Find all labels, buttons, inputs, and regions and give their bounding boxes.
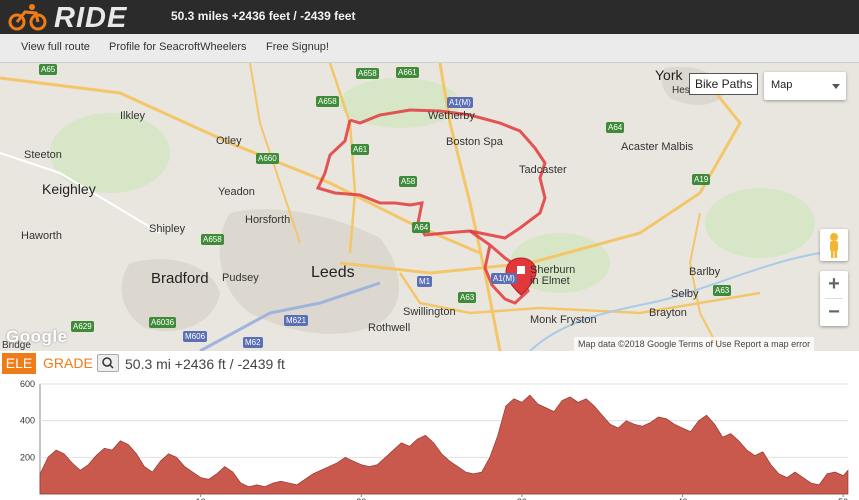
place-label: Selby [671,288,699,300]
elevation-area [39,394,849,495]
place-label: Boston Spa [446,136,503,148]
elevation-chart[interactable]: 200400600 1020304050 [0,376,859,500]
profile-link[interactable]: Profile for SeacroftWheelers [109,41,247,53]
road-label: A61 [351,144,370,155]
place-label: Otley [216,135,242,147]
top-header: RIDE 50.3 miles +2436 feet / -2439 feet [0,0,859,34]
route-map[interactable]: York Heslington Ilkley Otley Wetherby Bo… [0,63,859,351]
place-label: Monk Fryston [530,314,597,326]
road-label: A661 [396,67,419,78]
road-label: A658 [356,68,379,79]
road-label: A658 [201,234,224,245]
road-label: M1 [417,276,433,287]
view-full-route-link[interactable]: View full route [21,41,90,53]
route-summary: 50.3 miles +2436 feet / -2439 feet [171,9,356,23]
magnifier-icon [102,357,114,369]
road-label: A660 [256,153,279,164]
place-label: Tadcaster [519,164,567,176]
google-logo: Google [6,327,68,346]
street-view-pegman-button[interactable] [820,229,848,261]
place-label: Horsforth [245,214,291,226]
tab-grade[interactable]: GRADE [43,353,93,374]
road-label: A65 [39,64,58,75]
place-label: Leeds [311,264,355,281]
y-tick-label: 200 [20,452,35,462]
road-label: M621 [284,315,309,326]
map-credits[interactable]: Map data ©2018 Google Terms of Use Repor… [574,337,815,351]
chevron-down-icon [832,84,840,89]
road-label: A658 [316,96,339,107]
zoom-in-button[interactable]: + [820,271,848,298]
place-label: Steeton [24,149,62,161]
place-label: Sherburn in Elmet [530,264,576,287]
road-label: M606 [183,331,208,342]
road-label: A629 [71,321,94,332]
place-label: Shipley [149,223,186,235]
road-label: A6036 [149,317,177,328]
elevation-toolbar: ELE GRADE 50.3 mi +2436 ft / -2439 ft [0,352,859,376]
road-label: A1(M) [491,273,517,284]
place-label: Bradford [151,270,209,287]
road-label: A64 [606,122,625,133]
place-label: York [655,67,683,83]
road-label: A63 [713,285,732,296]
road-label: A1(M) [447,97,473,108]
bike-paths-button[interactable]: Bike Paths [689,73,759,95]
road-label: M62 [243,337,263,348]
cyclist-icon [8,4,47,31]
place-label: Rothwell [368,322,411,334]
free-signup-link[interactable]: Free Signup! [266,41,329,53]
place-label: Swillington [403,306,456,318]
road-label: A19 [692,174,711,185]
place-label: Yeadon [218,186,255,198]
tab-elevation[interactable]: ELE [2,353,36,374]
place-label: Haworth [21,230,62,242]
elevation-summary: 50.3 mi +2436 ft / -2439 ft [125,356,285,372]
y-tick-label: 600 [20,379,35,389]
logo-text: RIDE [54,2,128,34]
place-label: Acaster Malbis [621,141,694,153]
pegman-icon [830,233,838,258]
zoom-control: + − [820,271,848,326]
sub-navigation: View full route Profile for SeacroftWhee… [0,34,859,63]
place-label: Pudsey [222,272,259,284]
chart-zoom-button[interactable] [97,354,119,372]
place-label: Ilkley [120,110,146,122]
place-label: Barlby [689,266,721,278]
place-label: Wetherby [428,110,475,122]
zoom-out-button[interactable]: − [820,299,848,326]
road-label: A63 [458,292,477,303]
place-label: Brayton [649,307,687,319]
map-type-value: Map [771,79,793,91]
site-logo[interactable]: RIDE [8,2,153,34]
map-type-select[interactable]: Map [764,72,846,100]
road-label: A58 [399,176,418,187]
road-label: A64 [412,222,431,233]
place-label: Keighley [42,181,96,197]
y-tick-label: 400 [20,416,35,426]
